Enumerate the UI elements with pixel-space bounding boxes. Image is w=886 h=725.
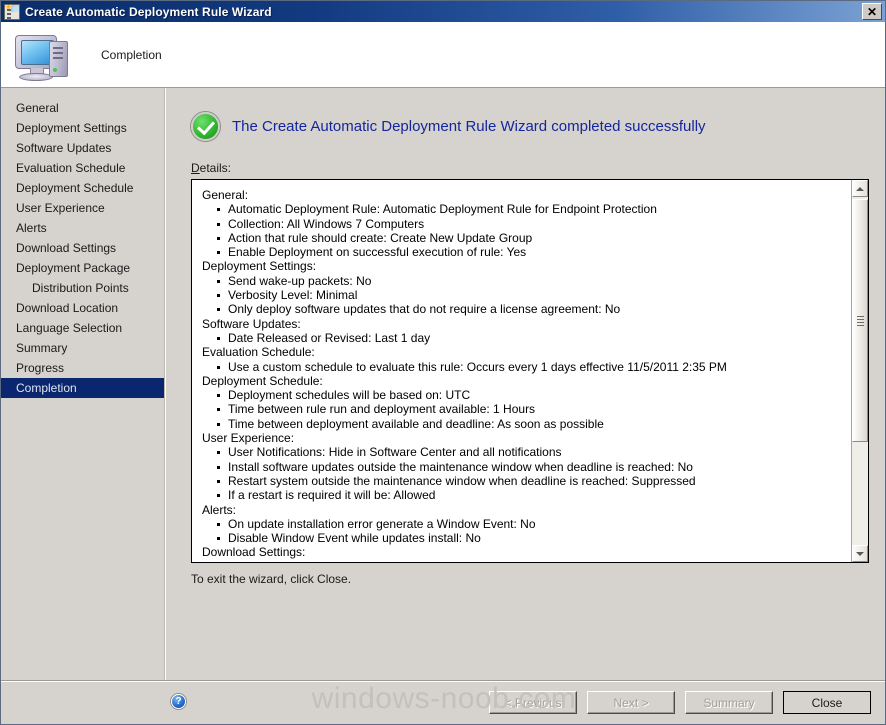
sidebar-item-evaluation-schedule[interactable]: Evaluation Schedule [1,158,164,178]
details-item: Restart system outside the maintenance w… [217,474,845,488]
details-item: Automatic Deployment Rule: Automatic Dep… [217,202,845,216]
previous-button-label: < Previous [504,695,562,710]
details-item: Date Released or Revised: Last 1 day [217,331,845,345]
details-section-heading: Software Updates: [202,316,301,331]
details-section-items: Send wake-up packets: No Verbosity Level… [202,274,845,317]
sidebar-item-deployment-schedule[interactable]: Deployment Schedule [1,178,164,198]
details-section-items: Computers can retrieve content from remo… [202,560,845,562]
exit-instruction: To exit the wizard, click Close. [191,572,352,586]
details-section-items: Deployment schedules will be based on: U… [202,388,845,431]
details-item: Install software updates outside the mai… [217,460,845,474]
details-item: Action that rule should create: Create N… [217,231,845,245]
success-banner: The Create Automatic Deployment Rule Wiz… [188,88,869,141]
scroll-down-button[interactable] [852,545,868,562]
chevron-up-icon [856,186,864,191]
sidebar-item-distribution-points[interactable]: Distribution Points [1,278,164,298]
details-section-items: Date Released or Revised: Last 1 day [202,331,845,345]
scrollbar-thumb[interactable] [852,199,868,442]
details-section-items: User Notifications: Hide in Software Cen… [202,445,845,502]
window-title: Create Automatic Deployment Rule Wizard [25,4,272,19]
details-section-heading: General: [202,188,249,202]
wizard-app-icon [4,3,20,20]
sidebar-item-general[interactable]: General [1,98,164,118]
wizard-header: Completion [1,22,885,88]
details-text-area: General: Automatic Deployment Rule: Auto… [192,180,851,562]
previous-button[interactable]: < Previous [489,691,577,714]
next-button[interactable]: Next > [587,691,675,714]
sidebar-item-progress[interactable]: Progress [1,358,164,378]
sidebar-item-alerts[interactable]: Alerts [1,218,164,238]
details-item: Time between deployment available and de… [217,417,845,431]
details-item: Verbosity Level: Minimal [217,288,845,302]
details-label-rest: etails: [199,161,232,175]
details-item: Only deploy software updates that do not… [217,302,845,316]
success-message: The Create Automatic Deployment Rule Wiz… [232,118,706,135]
computer-tower [49,40,68,77]
details-panel: General: Automatic Deployment Rule: Auto… [191,179,869,563]
scroll-up-button[interactable] [852,180,868,197]
computer-icon [13,29,75,81]
sidebar-item-language-selection[interactable]: Language Selection [1,318,164,338]
title-bar: Create Automatic Deployment Rule Wizard … [1,1,885,22]
chevron-down-icon [856,551,864,556]
details-item: Disable Window Event while updates insta… [217,531,845,545]
wizard-body: General Deployment Settings Software Upd… [1,88,885,680]
details-item: Send wake-up packets: No [217,274,845,288]
details-item: Enable Deployment on successful executio… [217,245,845,259]
details-item: If a restart is required it will be: All… [217,488,845,502]
sidebar-item-download-location[interactable]: Download Location [1,298,164,318]
help-icon[interactable]: ? [171,694,186,709]
monitor-base [19,72,53,81]
success-check-icon [191,112,220,141]
details-section-items: On update installation error generate a … [202,517,845,546]
wizard-step-list: General Deployment Settings Software Upd… [1,88,165,680]
footer-button-group: < Previous Next > Summary Close [489,691,871,714]
details-item: On update installation error generate a … [217,517,845,531]
close-button-label: Close [811,695,843,710]
details-item: User Notifications: Hide in Software Cen… [217,445,845,459]
details-section-heading: User Experience: [202,431,295,446]
details-label: Details: [191,161,232,175]
details-item: Time between rule run and deployment ava… [217,402,845,416]
details-item: Deployment schedules will be based on: U… [217,388,845,402]
sidebar-item-summary[interactable]: Summary [1,338,164,358]
details-section-heading: Evaluation Schedule: [202,345,315,360]
star-glyph [5,4,12,10]
sidebar-item-software-updates[interactable]: Software Updates [1,138,164,158]
wizard-footer: ? < Previous Next > Summary Close [1,680,885,724]
details-section-heading: Deployment Schedule: [202,373,323,388]
details-item: Use a custom schedule to evaluate this r… [217,360,845,374]
sidebar-item-download-settings[interactable]: Download Settings [1,238,164,258]
summary-button[interactable]: Summary [685,691,773,714]
summary-button-label: Summary [703,695,755,710]
details-section-heading: Deployment Settings: [202,259,317,274]
sidebar-item-completion[interactable]: Completion [1,378,164,398]
wizard-page-title: Completion [101,47,162,62]
close-button[interactable]: Close [783,691,871,714]
close-window-button[interactable]: ✕ [862,3,882,20]
details-item: Collection: All Windows 7 Computers [217,217,845,231]
details-vertical-scrollbar[interactable] [851,180,868,562]
wizard-content: The Create Automatic Deployment Rule Wiz… [165,88,885,680]
details-section-heading: Download Settings: [202,545,306,560]
sidebar-item-user-experience[interactable]: User Experience [1,198,164,218]
details-section-items: Use a custom schedule to evaluate this r… [202,360,845,374]
details-item: Computers can retrieve content from remo… [228,560,845,562]
sidebar-item-deployment-package[interactable]: Deployment Package [1,258,164,278]
next-button-label: Next > [613,695,649,710]
sidebar-item-deployment-settings[interactable]: Deployment Settings [1,118,164,138]
details-section-items: Automatic Deployment Rule: Automatic Dep… [202,202,845,259]
details-section-heading: Alerts: [202,502,237,517]
wizard-window: Create Automatic Deployment Rule Wizard … [0,0,886,725]
